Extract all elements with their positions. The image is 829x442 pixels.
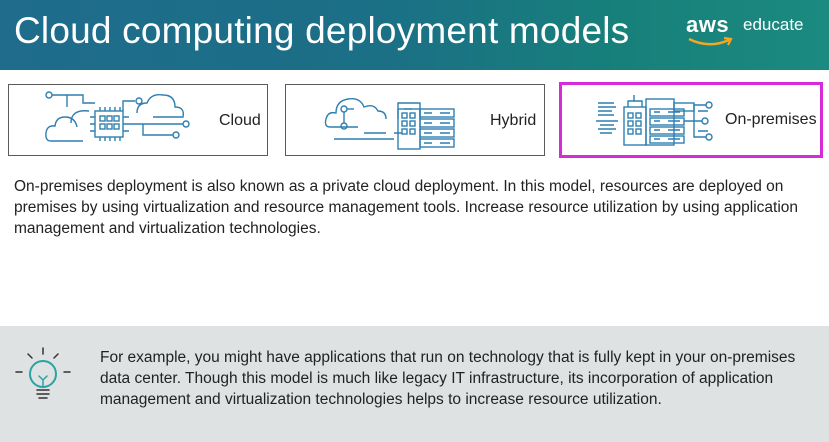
cloud-circuit-icon: [45, 91, 190, 142]
slide-header: Cloud computing deployment models aws ed…: [0, 0, 829, 70]
hybrid-cloud-server-icon: [324, 97, 455, 150]
card-cloud[interactable]: Cloud: [8, 84, 268, 156]
card-on-premises[interactable]: On-premises: [559, 82, 823, 158]
lightbulb-icon: [15, 347, 71, 399]
card-hybrid-label: Hybrid: [490, 112, 537, 129]
card-hybrid[interactable]: Hybrid: [285, 84, 545, 156]
card-cloud-label: Cloud: [219, 112, 261, 129]
slide-title: Cloud computing deployment models: [14, 10, 630, 51]
logo-product: educate: [743, 15, 804, 34]
aws-educate-logo: aws educate: [686, 12, 816, 52]
logo-brand: aws: [686, 12, 730, 37]
model-description: On-premises deployment is also known as …: [14, 178, 799, 237]
tip-text: For example, you might have applications…: [100, 349, 796, 408]
card-on-premises-label: On-premises: [725, 111, 817, 128]
aws-smile-icon: [688, 36, 733, 46]
tip-panel: For example, you might have applications…: [0, 326, 829, 442]
